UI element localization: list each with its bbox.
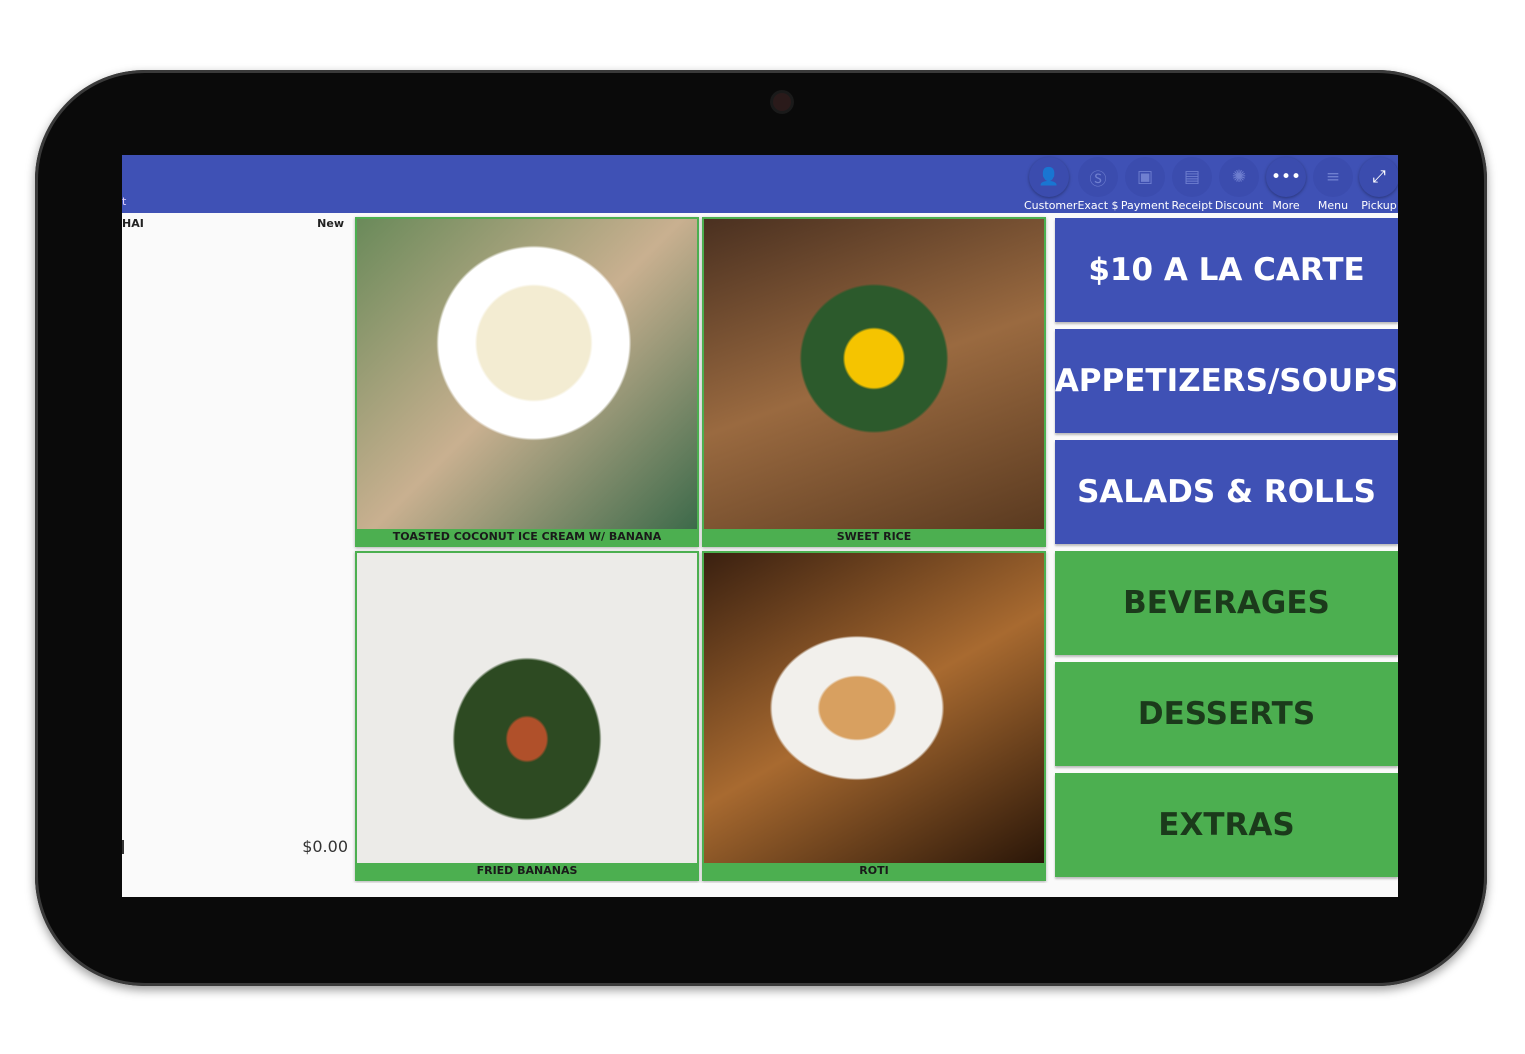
item-name: FRIED BANANAS: [476, 864, 578, 877]
top-toolbar: t 👤 Customer Ⓢ Exact $ ▣ Payment ▤ Receipt ✺…: [122, 155, 1398, 213]
order-title: HAI: [122, 217, 144, 230]
menu-item-tile[interactable]: SWEET RICE: [702, 217, 1046, 547]
dollar-circle-icon: Ⓢ: [1078, 157, 1118, 197]
customer-button[interactable]: 👤 Customer: [1024, 157, 1077, 212]
payment-button[interactable]: ▣ Payment: [1120, 157, 1170, 212]
camera-icon: [773, 93, 791, 111]
exact-cash-button[interactable]: Ⓢ Exact $: [1073, 157, 1123, 212]
category-salads-rolls[interactable]: SALADS & ROLLS: [1055, 440, 1398, 544]
divider: [122, 840, 124, 854]
discount-button[interactable]: ✺ Discount: [1214, 157, 1264, 212]
item-image: [357, 553, 697, 863]
pickup-button[interactable]: ⤢ Pickup: [1354, 157, 1398, 212]
category-a-la-carte[interactable]: $10 A LA CARTE: [1055, 218, 1398, 322]
wallet-icon: ▣: [1125, 157, 1165, 197]
item-name: SWEET RICE: [836, 530, 912, 543]
expand-arrows-icon: ⤢: [1359, 157, 1398, 197]
menu-button[interactable]: ≡ Menu: [1308, 157, 1358, 212]
receipt-icon: ▤: [1172, 157, 1212, 197]
menu-item-tile[interactable]: FRIED BANANAS: [355, 551, 699, 881]
category-beverages[interactable]: BEVERAGES: [1055, 551, 1398, 655]
item-name: ROTI: [859, 864, 889, 877]
hamburger-menu-icon: ≡: [1313, 157, 1353, 197]
item-name: TOASTED COCONUT ICE CREAM W/ BANANA: [392, 530, 662, 543]
order-status: New: [317, 217, 344, 230]
discount-badge-icon: ✺: [1219, 157, 1259, 197]
menu-item-tile[interactable]: ROTI: [702, 551, 1046, 881]
bottom-bar: [122, 883, 1398, 897]
item-image: [357, 219, 697, 529]
category-extras[interactable]: EXTRAS: [1055, 773, 1398, 877]
category-desserts[interactable]: DESSERTS: [1055, 662, 1398, 766]
item-image: [704, 219, 1044, 529]
person-icon: 👤: [1029, 157, 1069, 197]
order-total: $0.00: [302, 837, 348, 856]
more-button[interactable]: ••• More: [1261, 157, 1311, 212]
more-dots-icon: •••: [1266, 157, 1306, 197]
receipt-button[interactable]: ▤ Receipt: [1167, 157, 1217, 212]
menu-item-tile[interactable]: TOASTED COCONUT ICE CREAM W/ BANANA: [355, 217, 699, 547]
category-appetizers-soups[interactable]: APPETIZERS/SOUPS: [1055, 329, 1398, 433]
toolbar-cut-label: t: [122, 195, 127, 208]
item-image: [704, 553, 1044, 863]
pos-screen: t 👤 Customer Ⓢ Exact $ ▣ Payment ▤ Receipt ✺…: [122, 155, 1398, 897]
order-panel: HAI New $0.00: [122, 213, 352, 897]
